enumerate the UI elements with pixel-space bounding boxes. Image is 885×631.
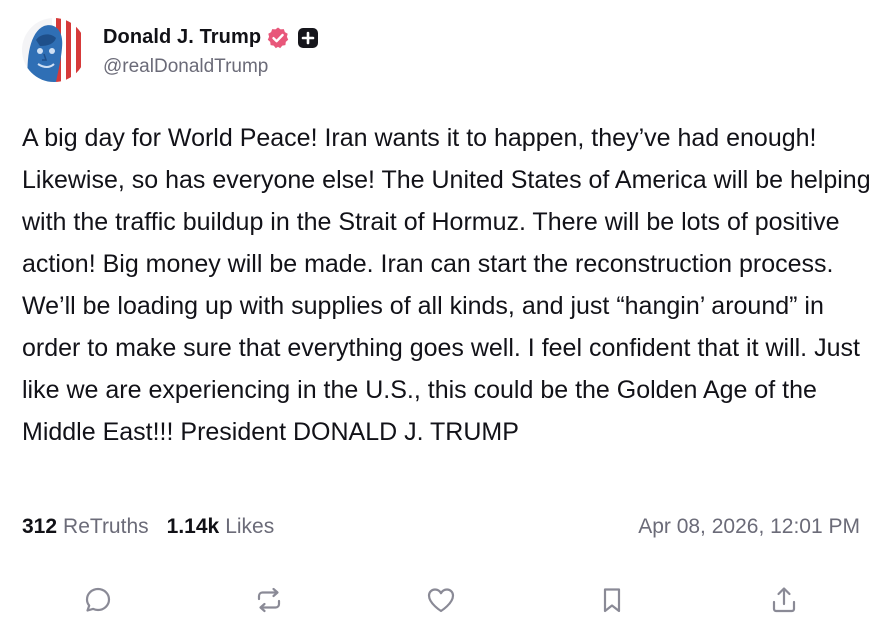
repost-icon — [257, 587, 281, 613]
retruths-label: ReTruths — [63, 515, 149, 538]
likes-label: Likes — [225, 515, 275, 538]
post-stats: 312 ReTruths 1.14k Likes Apr 08, 2026, 1… — [22, 510, 860, 544]
reply-button[interactable] — [80, 582, 116, 618]
display-name[interactable]: Donald J. Trump — [103, 26, 261, 49]
name-row: Donald J. Trump — [103, 23, 319, 53]
verified-badge-icon — [266, 26, 290, 50]
post-timestamp[interactable]: Apr 08, 2026, 12:01 PM — [638, 515, 860, 539]
bookmark-button[interactable] — [594, 582, 630, 618]
author-handle[interactable]: @realDonaldTrump — [103, 56, 319, 78]
retruth-button[interactable] — [251, 582, 287, 618]
plus-badge-icon — [297, 27, 319, 49]
avatar[interactable] — [22, 18, 86, 82]
like-button[interactable] — [423, 582, 459, 618]
likes-stat[interactable]: 1.14k Likes — [167, 515, 275, 539]
avatar-image — [22, 18, 86, 82]
retruths-stat[interactable]: 312 ReTruths — [22, 515, 149, 539]
share-button[interactable] — [766, 582, 802, 618]
likes-count: 1.14k — [166, 515, 220, 538]
heart-icon — [427, 588, 455, 613]
bookmark-icon — [603, 588, 621, 613]
retruths-count: 312 — [22, 515, 58, 538]
post-body-text: A big day for World Peace! Iran wants it… — [22, 124, 871, 446]
share-icon — [772, 587, 796, 613]
author-names: Donald J. Trump @realDonaldTrump — [103, 23, 319, 78]
post-actions — [0, 582, 885, 618]
comment-icon — [85, 587, 111, 612]
post-header: Donald J. Trump @realDonaldTrump — [22, 17, 319, 83]
